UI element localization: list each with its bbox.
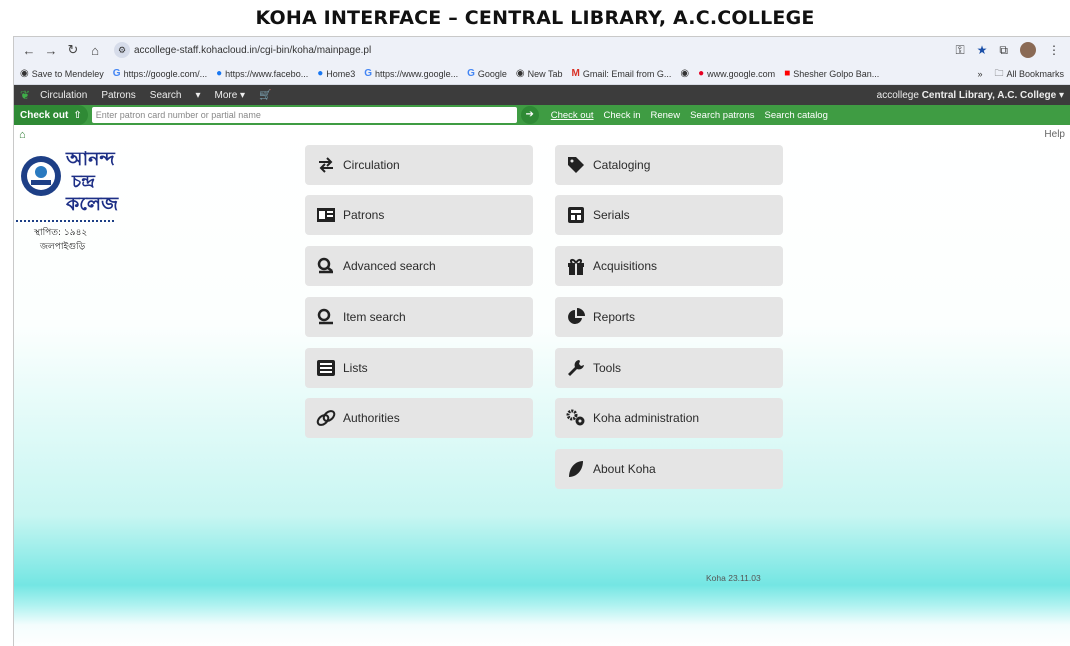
- main-content: ⌂ Help আনন্দ চন্দ্র কলেজ স্থাপিত: ১৯৪২ জ…: [14, 125, 1070, 646]
- koha-version: Koha 23.11.03: [706, 573, 761, 583]
- facebook-icon: ●: [216, 68, 223, 79]
- bookmark-item[interactable]: G Google: [467, 68, 507, 79]
- module-tools[interactable]: Tools: [555, 348, 783, 388]
- bookmark-item[interactable]: ◉: [680, 68, 689, 79]
- logo-estd: স্থাপিত: ১৯৪২: [34, 228, 88, 238]
- bookmark-item[interactable]: ● https://www.facebo...: [216, 68, 308, 79]
- bookmarks-overflow-button[interactable]: »: [977, 69, 982, 79]
- koha-top-nav: ❦ Circulation Patrons Search ▾ More ▾ 🛒 …: [14, 85, 1070, 105]
- browser-window: ← → ↻ ⌂ ⚙ accollege-staff.kohacloud.in/c…: [13, 36, 1070, 646]
- module-lists[interactable]: Lists: [305, 348, 533, 388]
- checkout-bar: Check out ⇧ Enter patron card number or …: [14, 105, 1070, 125]
- profile-avatar[interactable]: [1020, 42, 1036, 58]
- nav-circulation[interactable]: Circulation: [40, 90, 87, 101]
- circulation-icon: [315, 157, 337, 173]
- module-item-search[interactable]: Item search: [305, 297, 533, 337]
- logo-place: জলপাইগুড়ি: [40, 242, 86, 252]
- bookmark-item[interactable]: ● Home3: [317, 68, 355, 79]
- link-search-catalog[interactable]: Search catalog: [765, 110, 828, 121]
- module-reports[interactable]: Reports: [555, 297, 783, 337]
- module-koha-administration[interactable]: Koha administration: [555, 398, 783, 438]
- authorities-icon: [315, 409, 337, 427]
- module-authorities[interactable]: Authorities: [305, 398, 533, 438]
- patrons-icon: [315, 208, 337, 222]
- serials-icon: [565, 207, 587, 223]
- all-bookmarks-button[interactable]: 🗀 All Bookmarks: [994, 66, 1064, 82]
- globe-icon: ◉: [515, 68, 525, 79]
- bookmark-item[interactable]: ◉ Save to Mendeley: [20, 68, 104, 79]
- gmail-icon: M: [571, 68, 580, 79]
- module-cataloging[interactable]: Cataloging: [555, 145, 783, 185]
- upload-icon: ⇧: [73, 109, 82, 121]
- module-serials[interactable]: Serials: [555, 195, 783, 235]
- koha-logo-icon[interactable]: ❦: [20, 88, 30, 102]
- home-browser-icon[interactable]: ⌂: [86, 43, 104, 58]
- logo-line-3: কলেজ: [66, 193, 119, 215]
- user-name: accollege: [876, 89, 919, 101]
- module-advanced-search[interactable]: Advanced search: [305, 246, 533, 286]
- pie-chart-icon: [565, 308, 587, 326]
- browser-toolbar: ← → ↻ ⌂ ⚙ accollege-staff.kohacloud.in/c…: [14, 37, 1070, 63]
- link-search-patrons[interactable]: Search patrons: [690, 110, 754, 121]
- extensions-icon[interactable]: ⧉: [999, 43, 1008, 58]
- facebook-icon: ●: [317, 68, 324, 79]
- library-name: Central Library, A.C. College: [921, 89, 1057, 101]
- google-icon: G: [112, 68, 121, 79]
- submit-arrow-button[interactable]: ➔: [520, 106, 539, 124]
- bookmark-star-icon[interactable]: ★: [977, 43, 988, 57]
- link-check-out[interactable]: Check out: [551, 110, 594, 121]
- forward-icon[interactable]: →: [42, 43, 60, 58]
- checkout-tab-label: Check out: [20, 109, 69, 121]
- checkout-tab[interactable]: Check out ⇧: [14, 105, 88, 125]
- reload-icon[interactable]: ↻: [64, 42, 82, 58]
- mendeley-icon: ◉: [20, 68, 29, 79]
- nav-more[interactable]: More ▾: [215, 90, 246, 101]
- figure-caption: KOHA INTERFACE – CENTRAL LIBRARY, A.C.CO…: [255, 7, 815, 29]
- college-logo: আনন্দ চন্দ্র কলেজ স্থাপিত: ১৯৪২ জলপাইগুড…: [16, 145, 164, 260]
- youtube-icon: ■: [784, 68, 791, 79]
- password-key-icon[interactable]: ⚿: [956, 43, 965, 58]
- bookmark-item[interactable]: M Gmail: Email from G...: [572, 68, 672, 79]
- module-patrons[interactable]: Patrons: [305, 195, 533, 235]
- folder-icon: 🗀: [994, 67, 1004, 78]
- bookmark-item[interactable]: ● www.google.com: [698, 68, 775, 79]
- nav-patrons[interactable]: Patrons: [101, 90, 135, 101]
- circ-quick-links: Check out Check in Renew Search patrons …: [551, 110, 828, 121]
- home-icon[interactable]: ⌂: [19, 129, 26, 141]
- user-menu[interactable]: accollege Central Library, A.C. College …: [877, 90, 1064, 101]
- nav-search[interactable]: Search: [150, 90, 182, 101]
- tag-icon: [565, 157, 587, 173]
- bookmarks-bar: ◉ Save to Mendeley Ghttps://google.com/..…: [14, 63, 1070, 85]
- site-info-icon[interactable]: ⚙: [114, 42, 130, 58]
- back-icon[interactable]: ←: [20, 43, 38, 58]
- item-search-icon: [315, 308, 337, 326]
- module-circulation[interactable]: Circulation: [305, 145, 533, 185]
- koha-leaf-icon: [565, 460, 587, 478]
- bookmark-item[interactable]: Ghttps://www.google...: [364, 68, 458, 79]
- link-check-in[interactable]: Check in: [604, 110, 641, 121]
- module-about-koha[interactable]: About Koha: [555, 449, 783, 489]
- bookmark-item[interactable]: ◉ New Tab: [516, 68, 563, 79]
- module-acquisitions[interactable]: Acquisitions: [555, 246, 783, 286]
- chevron-down-icon: ▾: [1058, 89, 1064, 101]
- nav-search-dropdown[interactable]: ▾: [195, 90, 200, 101]
- advanced-search-icon: [315, 257, 337, 275]
- wrench-icon: [565, 359, 587, 377]
- address-bar[interactable]: accollege-staff.kohacloud.in/cgi-bin/koh…: [134, 45, 956, 56]
- cart-icon[interactable]: 🛒: [259, 90, 271, 101]
- link-renew[interactable]: Renew: [650, 110, 680, 121]
- globe-icon: ◉: [680, 68, 690, 79]
- lists-icon: [315, 360, 337, 376]
- gift-icon: [565, 257, 587, 275]
- browser-menu-icon[interactable]: ⋮: [1048, 43, 1060, 57]
- patron-search-input[interactable]: Enter patron card number or partial name: [91, 107, 517, 123]
- pinterest-icon: ●: [698, 68, 705, 79]
- bookmark-item[interactable]: Ghttps://google.com/...: [113, 68, 207, 79]
- google-icon: G: [364, 68, 373, 79]
- cogs-icon: [565, 409, 587, 427]
- help-link[interactable]: Help: [1044, 129, 1065, 140]
- bookmark-item[interactable]: ■ Shesher Golpo Ban...: [784, 68, 879, 79]
- google-icon: G: [467, 68, 475, 79]
